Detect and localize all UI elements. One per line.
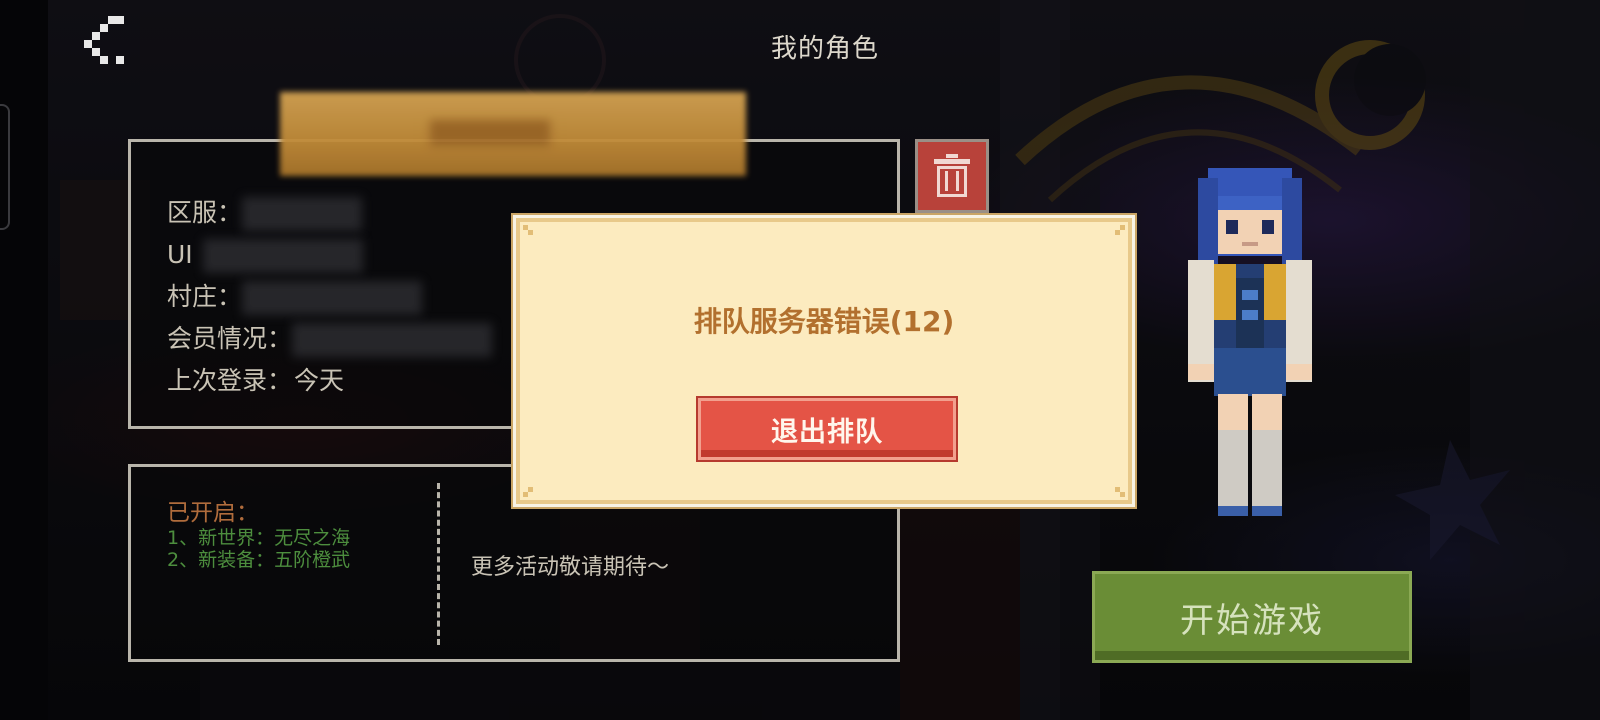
info-label-last-login: 上次登录： (167, 366, 293, 395)
info-row-village: 村庄： (167, 276, 492, 318)
character-info-rows: 区服： UI 村庄： 会员情况： 上次登录：今天 (167, 192, 493, 402)
last-login-value: 今天 (294, 366, 345, 395)
info-row-server: 区服： (167, 192, 492, 234)
info-row-membership: 会员情况： (167, 318, 493, 360)
redacted-value (242, 281, 423, 315)
trash-icon (934, 154, 970, 197)
queue-error-dialog: 排队服务器错误(12) 退出排队 (516, 218, 1132, 504)
chevron-left-icon (84, 16, 124, 64)
delete-character-button[interactable] (915, 139, 989, 213)
info-label-server: 区服： (167, 198, 243, 227)
corner-ornament (1115, 487, 1125, 497)
info-row-last-login: 上次登录：今天 (167, 360, 492, 402)
info-label-village: 村庄： (167, 282, 243, 311)
redacted-value (202, 239, 363, 273)
corner-ornament (523, 487, 533, 497)
back-button[interactable] (74, 12, 130, 68)
event-item: 1、新世界：无尽之海 (167, 527, 351, 549)
events-more-text: 更多活动敬请期待～ (471, 555, 670, 580)
character-name-plank (280, 92, 746, 176)
events-divider (437, 483, 440, 645)
page-title: 我的角色 (770, 34, 879, 64)
side-handle[interactable] (0, 104, 10, 230)
exit-queue-button[interactable]: 退出排队 (696, 396, 958, 462)
game-screen: 我的角色 区服： UI 村庄： 会员情况： 上次登录：今天 已开启： 1、新世界… (0, 0, 1600, 720)
event-item: 2、新装备：五阶橙武 (167, 549, 351, 571)
info-label-membership: 会员情况： (167, 324, 293, 353)
info-label-uid: UI (167, 240, 193, 269)
dialog-message: 排队服务器错误(12) (693, 305, 955, 338)
character-avatar (1188, 168, 1312, 516)
corner-ornament (523, 225, 533, 235)
corner-ornament (1115, 225, 1125, 235)
info-row-uid: UI (167, 234, 492, 276)
events-list: 1、新世界：无尽之海 2、新装备：五阶橙武 (167, 527, 350, 571)
events-opened-label: 已开启： (167, 500, 259, 526)
start-game-button[interactable]: 开始游戏 (1092, 571, 1412, 663)
redacted-value (242, 197, 363, 231)
redacted-value (292, 323, 493, 357)
